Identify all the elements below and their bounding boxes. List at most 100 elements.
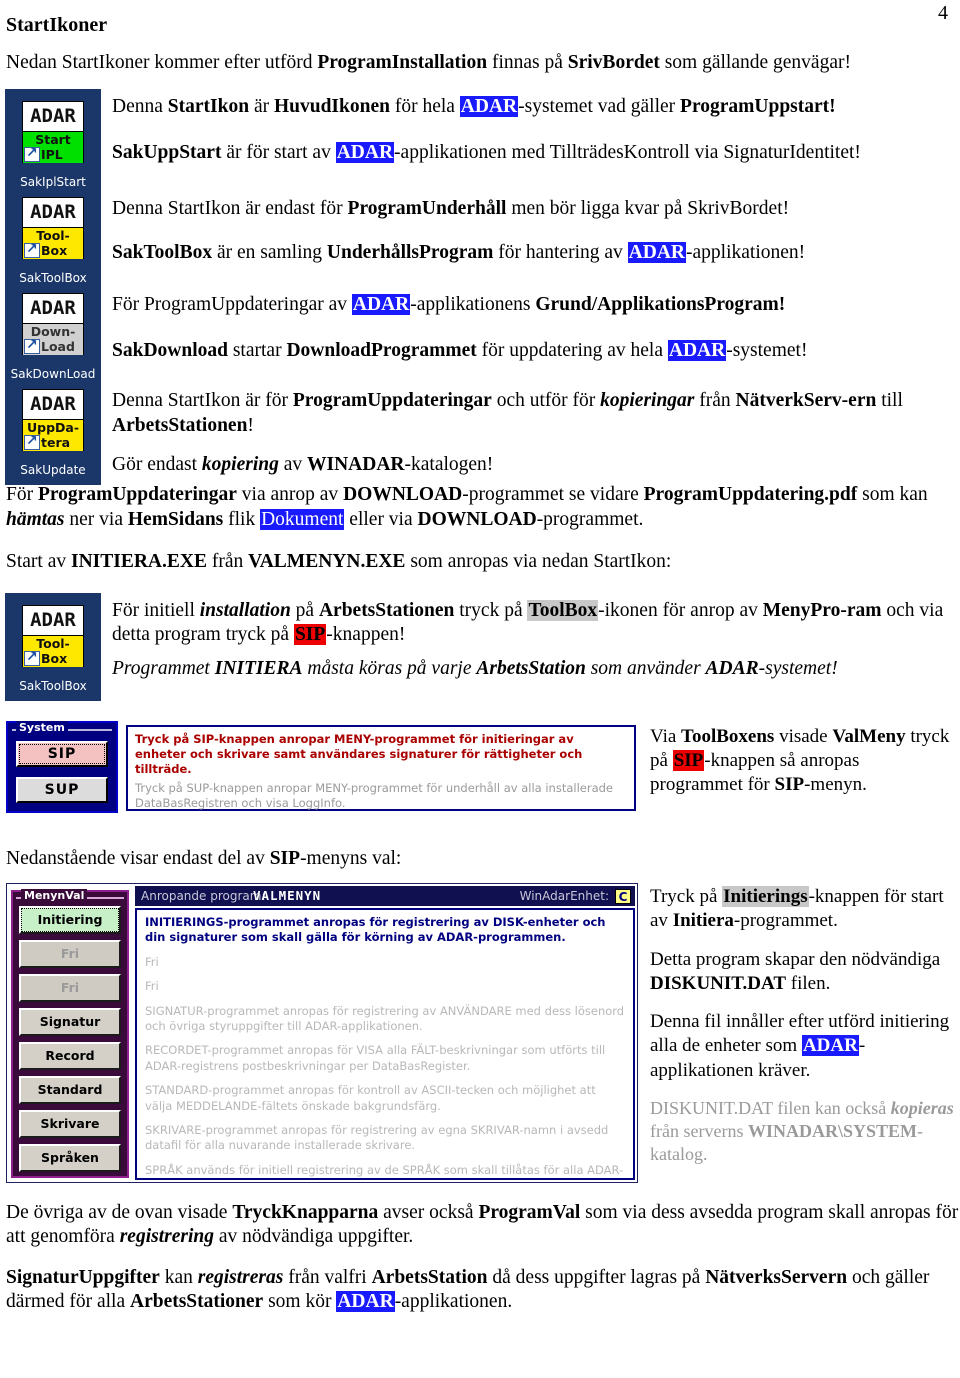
menyval-button-signatur-3[interactable]: Signatur <box>19 1007 121 1036</box>
p-signaturuppgifter-run-3: från valfri <box>283 1266 372 1288</box>
p-sakdownload-run-2: DownloadProgrammet <box>286 340 477 362</box>
sip-side-note: Via ToolBoxens visade ValMeny tryck på S… <box>650 725 956 798</box>
p-initiera-run-0: Start av <box>6 551 71 573</box>
p-saktoolbox-run-2: UnderhållsProgram <box>326 242 494 264</box>
p-programunderhall-run-1: ProgramUnderhåll <box>347 198 507 220</box>
p-sakupdate-run-1: ProgramUppdateringar <box>292 390 492 412</box>
p-fil: Denna fil innåller efter utförd initieri… <box>650 1010 956 1083</box>
toolbox-description-list: För initiell installation på ArbetsStati… <box>112 593 960 682</box>
icon-adar-text: ADAR <box>23 605 83 636</box>
p-signaturuppgifter-run-10: ADAR <box>336 1291 395 1312</box>
icon-description-list: Denna StartIkon är HuvudIkonen för hela … <box>0 89 960 481</box>
p-signaturuppgifter-run-8: ArbetsStationer <box>129 1291 264 1312</box>
p-signaturuppgifter-run-11: -applikationen. <box>394 1291 513 1312</box>
sip-screenshot-panel: System SIP SUP Tryck på SIP-knappen anro… <box>6 718 636 815</box>
menyval-side-notes: Tryck på Initierings-knappen för start a… <box>650 885 956 1180</box>
desktop-icon-saktoolbox[interactable]: ADARTool-Box SakToolBox <box>5 599 101 695</box>
p-sakupdate: Denna StartIkon är för ProgramUppdaterin… <box>112 389 956 438</box>
p-initiell-run-5: ToolBox <box>527 599 599 621</box>
p-initiera-run-2: från <box>206 551 249 573</box>
icon-band: Tool- Box <box>23 635 83 667</box>
p-signaturuppgifter-run-1: kan <box>159 1266 198 1288</box>
p-huvudikon: Denna StartIkon är HuvudIkonen för hela … <box>112 95 956 119</box>
menyval-row-7: SPRÅK används för initiell registrering … <box>145 1162 624 1177</box>
tail-paragraphs: De övriga av de ovan visade TryckKnappar… <box>0 1201 960 1315</box>
menyval-button-record-4[interactable]: Record <box>19 1041 121 1070</box>
p-initiell-run-6: -ikonen för anrop av <box>598 599 763 621</box>
p-huvudikon-run-2: är <box>249 96 274 118</box>
p-sakupdate-run-3: kopieringar <box>600 390 695 412</box>
menyval-button-standard-5[interactable]: Standard <box>19 1075 121 1104</box>
menyval-row-3: SIGNATUR-programmet anropas för registre… <box>145 1003 625 1033</box>
p-sakdownload-run-5: -systemet! <box>726 340 808 362</box>
sip-side-run-0: Via <box>650 725 682 747</box>
p-initiell-run-1: installation <box>199 599 291 621</box>
toolbox-block: ADARTool-BoxSakToolBox För initiell inst… <box>0 592 960 705</box>
menyval-row-2: Fri <box>145 979 159 994</box>
sip-panel-block: System SIP SUP Tryck på SIP-knappen anro… <box>0 718 960 837</box>
page-title: StartIkoner <box>6 14 108 36</box>
p-pdf-run-7: hämtas <box>6 508 65 530</box>
menyval-button-språken-7[interactable]: Språken <box>19 1143 121 1172</box>
p-huvudikon-run-7: ProgramUppstart! <box>680 96 836 118</box>
p-initierings-run-4: -programmet. <box>733 910 838 932</box>
p-huvudikon-run-0: Denna <box>112 96 168 118</box>
menyval-panel-block: MenynVal Initiering Fri Fri Signatur Record S… <box>0 882 960 1195</box>
menyval-button-label: Fri <box>60 945 80 961</box>
sup-button[interactable]: SUP <box>16 776 108 803</box>
sip-menu-note-run-1: SIP <box>269 847 301 869</box>
menyval-row-6: SKRIVARE-programmet anropas för registre… <box>145 1122 609 1153</box>
p-diskunit-run-1: DISKUNIT.DAT <box>650 972 787 994</box>
p-huvudikon-run-1: StartIkon <box>167 96 250 118</box>
p-sakuppstart-run-2: ADAR <box>335 142 395 164</box>
p-diskunit-run-0: Detta program skapar den nödvändiga <box>650 948 941 970</box>
menyval-row-1: Fri <box>145 954 159 969</box>
p-signaturuppgifter-run-4: ArbetsStation <box>371 1266 488 1288</box>
p-initierings-run-0: Tryck på <box>650 885 723 907</box>
p-initiell-run-10: -knappen! <box>326 623 406 645</box>
menyval-row-0: INITIERINGS-programmet anropas för regis… <box>145 914 606 945</box>
sip-menu-note-run-2: -menyns val: <box>300 847 402 869</box>
p-sakuppstart-run-1: är för start av <box>221 142 336 164</box>
p-tryckknappar-run-1: TryckKnapparna <box>232 1201 379 1223</box>
p-initiera: Start av INITIERA.EXE från VALMENYN.EXE … <box>6 550 960 574</box>
menyval-header-bar: Anropande program: VALMENYN WinAdarEnhet… <box>135 885 635 906</box>
menyval-button-label: Skrivare <box>40 1115 100 1131</box>
p-diskunit-dim: DISKUNIT.DAT filen kan också kopieras fr… <box>650 1097 956 1166</box>
icon-band-line2: Box <box>41 650 68 666</box>
sip-button[interactable]: SIP <box>16 740 108 767</box>
menyval-button-initiering-0[interactable]: Initiering <box>19 905 121 934</box>
p-huvudikon-run-4: för hela <box>389 96 460 118</box>
sip-info-red-text: Tryck på SIP-knappen anropar MENY-progra… <box>135 731 583 776</box>
p-tryckknappar-run-2: avser också <box>378 1201 479 1223</box>
p-sakdownload-run-3: för uppdatering av hela <box>476 340 668 362</box>
p-signaturuppgifter-run-2: registreras <box>197 1266 284 1288</box>
p-sakupdate-run-7: ArbetsStationen <box>112 414 248 436</box>
menyval-button-fri-1: Fri <box>19 939 121 968</box>
menyval-group-box: MenynVal Initiering Fri Fri Signatur Record S… <box>11 888 129 1178</box>
intro-pre: Nedan StartIkoner kommer efter utförd <box>6 52 318 73</box>
p-kopiering-run-0: Gör endast <box>112 454 202 476</box>
p-pdf-run-2: via anrop av <box>236 484 344 506</box>
p-signaturuppgifter-run-6: NätverksServern <box>705 1266 848 1288</box>
p-initiell-run-7: MenyPro-ram <box>762 599 882 621</box>
sip-info-gray-text: Tryck på SUP-knappen anropar MENY-progra… <box>135 781 614 811</box>
p-initiera-run-4: som anropas via nedan StartIkon: <box>405 551 672 573</box>
menyval-button-skrivare-6[interactable]: Skrivare <box>19 1109 121 1138</box>
calling-program-label: Anropande program: <box>141 888 266 903</box>
p-initiera-kors: Programmet INITIERA måsta köras på varje… <box>112 657 960 681</box>
p-initiera-kors-run-5: ADAR <box>705 658 759 680</box>
shortcut-arrow-icon <box>24 649 40 666</box>
p-programuppdateringar-run-1: ADAR <box>351 294 411 316</box>
sip-menu-note-run-0: Nedanstående visar endast del av <box>6 847 270 869</box>
p-initiera-kors-run-1: INITIERA <box>214 658 303 680</box>
p-sakuppstart-run-0: SakUppStart <box>112 142 222 164</box>
menyval-button-label: Signatur <box>39 1013 101 1029</box>
p-pdf-run-13: DOWNLOAD <box>417 508 537 530</box>
sip-menu-note: Nedanstående visar endast del av SIP-men… <box>0 847 960 871</box>
p-pdf: För ProgramUppdateringar via anrop av DO… <box>6 483 960 532</box>
p-pdf-run-0: För <box>6 484 38 506</box>
sip-side-run-5: SIP <box>672 749 705 771</box>
p-diskunit: Detta program skapar den nödvändiga DISK… <box>650 948 956 997</box>
intro-bold-1: ProgramInstallation <box>317 52 488 73</box>
